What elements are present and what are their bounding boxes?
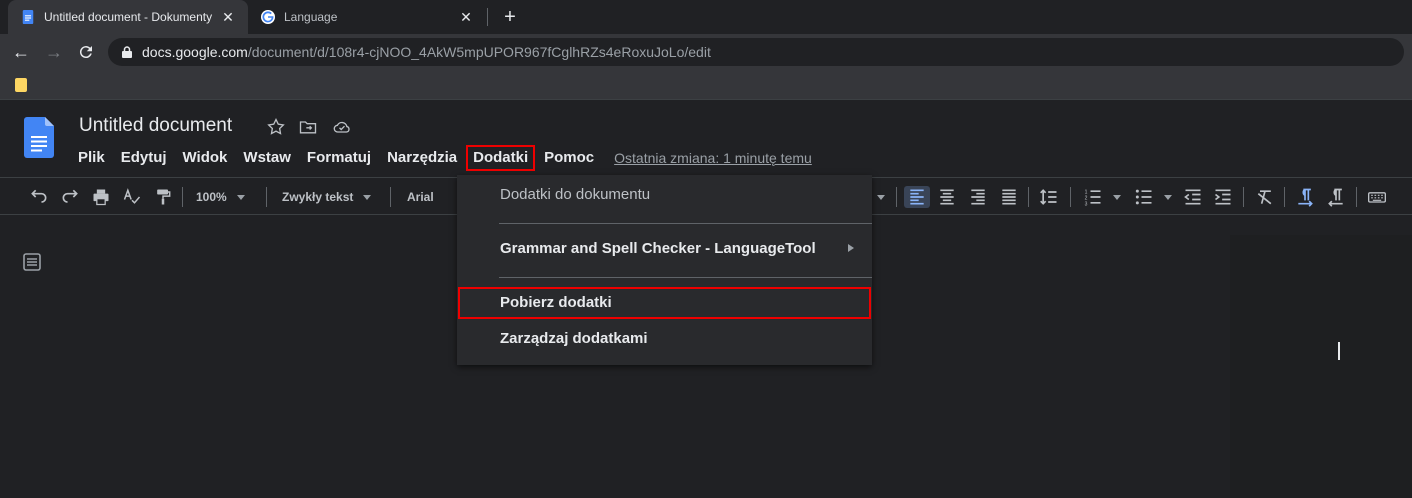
new-tab-icon[interactable]: + (499, 6, 521, 28)
line-spacing-icon[interactable] (1038, 186, 1060, 208)
menu-item-dodatki-do-dokumentu[interactable]: Dodatki do dokumentu (457, 179, 872, 211)
align-right-icon[interactable] (967, 186, 989, 208)
chevron-down-icon (363, 194, 372, 200)
redo-icon[interactable] (59, 186, 81, 208)
style-value: Zwykły tekst (282, 190, 354, 204)
toolbar-separator (1070, 187, 1071, 207)
star-icon[interactable] (266, 117, 286, 137)
menu-item-languagetool[interactable]: Grammar and Spell Checker - LanguageTool (457, 233, 872, 265)
address-bar[interactable]: docs.google.com/document/d/108r4-cjNOO_4… (108, 38, 1404, 66)
lock-icon (122, 46, 132, 58)
keyboard-icon[interactable] (1366, 186, 1388, 208)
paragraph-style-select[interactable]: Zwykły tekst (282, 186, 382, 208)
menu-separator (499, 223, 872, 224)
dodatki-dropdown-menu: Dodatki do dokumentu Grammar and Spell C… (457, 175, 872, 365)
tab-close-icon[interactable]: ✕ (458, 9, 474, 25)
tab-docs[interactable]: Untitled document - Dokumenty ✕ (8, 0, 248, 34)
tab-title: Untitled document - Dokumenty (44, 10, 213, 24)
font-select[interactable]: Arial (407, 186, 447, 208)
decrease-indent-icon[interactable] (1182, 186, 1204, 208)
increase-indent-icon[interactable] (1212, 186, 1234, 208)
move-folder-icon[interactable] (298, 117, 318, 137)
document-canvas[interactable] (1230, 235, 1412, 498)
menu-separator (499, 277, 872, 278)
zoom-select[interactable]: 100% (196, 186, 258, 208)
docs-logo-icon[interactable] (24, 117, 54, 158)
menu-item-label: Grammar and Spell Checker - LanguageTool (500, 240, 816, 257)
reload-icon[interactable] (74, 40, 98, 64)
toolbar-separator (896, 187, 897, 207)
toolbar-separator (182, 187, 183, 207)
bulleted-list-icon[interactable] (1133, 186, 1155, 208)
zoom-value: 100% (196, 190, 227, 204)
toolbar-separator (1356, 187, 1357, 207)
toolbar-separator (266, 187, 267, 207)
document-title[interactable]: Untitled document (79, 115, 232, 137)
menu-narzedzia[interactable]: Narzędzia (379, 145, 465, 171)
menu-plik[interactable]: Plik (70, 145, 113, 171)
menu-dodatki[interactable]: Dodatki (466, 145, 536, 171)
bookmark-folder-icon[interactable] (15, 78, 27, 92)
text-cursor (1338, 342, 1340, 360)
back-icon[interactable]: ← (9, 40, 33, 64)
submenu-arrow-icon (848, 244, 854, 252)
rtl-text-icon[interactable] (1325, 186, 1347, 208)
chevron-down-icon[interactable] (1162, 186, 1174, 208)
numbered-list-icon[interactable]: 123 (1082, 186, 1104, 208)
menu-formatuj[interactable]: Formatuj (299, 145, 379, 171)
print-icon[interactable] (90, 186, 112, 208)
undo-icon[interactable] (28, 186, 50, 208)
svg-text:3: 3 (1085, 201, 1088, 207)
menu-item-pobierz-dodatki[interactable]: Pobierz dodatki (458, 287, 871, 319)
tab-language[interactable]: Language ✕ (248, 0, 486, 34)
menu-edytuj[interactable]: Edytuj (113, 145, 175, 171)
align-left-icon[interactable] (904, 186, 930, 208)
document-outline-icon[interactable] (22, 252, 42, 272)
toolbar-separator (1028, 187, 1029, 207)
google-favicon-icon (260, 9, 276, 25)
menu-widok[interactable]: Widok (175, 145, 236, 171)
spellcheck-icon[interactable] (121, 186, 143, 208)
justify-icon[interactable] (998, 186, 1020, 208)
clear-formatting-icon[interactable] (1254, 186, 1276, 208)
docs-favicon-icon (20, 9, 36, 25)
tab-separator (487, 8, 488, 26)
font-value: Arial (407, 190, 434, 204)
align-center-icon[interactable] (936, 186, 958, 208)
menu-wstaw[interactable]: Wstaw (235, 145, 299, 171)
chevron-down-icon (236, 194, 245, 200)
ltr-text-icon[interactable] (1294, 186, 1316, 208)
chevron-down-icon[interactable] (1111, 186, 1123, 208)
toolbar-separator (1243, 187, 1244, 207)
forward-icon[interactable]: → (42, 40, 66, 64)
url-path: /document/d/108r4-cjNOO_4AkW5mpUPOR967fC… (247, 44, 711, 60)
last-edit-link[interactable]: Ostatnia zmiana: 1 minutę temu (614, 150, 812, 166)
url-host: docs.google.com (142, 44, 248, 60)
toolbar-separator (1284, 187, 1285, 207)
paint-format-icon[interactable] (152, 186, 174, 208)
menu-item-zarzadzaj-dodatkami[interactable]: Zarządzaj dodatkami (457, 323, 872, 355)
tab-close-icon[interactable]: ✕ (220, 9, 236, 25)
bookmarks-bar (0, 70, 1412, 100)
menu-pomoc[interactable]: Pomoc (536, 145, 602, 171)
tab-title: Language (284, 10, 338, 24)
browser-tab-strip: Untitled document - Dokumenty ✕ Language… (0, 0, 1412, 34)
chevron-down-icon[interactable] (874, 186, 888, 208)
cloud-saved-icon[interactable] (332, 117, 352, 137)
toolbar-separator (390, 187, 391, 207)
docs-menubar: Plik Edytuj Widok Wstaw Formatuj Narzędz… (70, 145, 812, 171)
